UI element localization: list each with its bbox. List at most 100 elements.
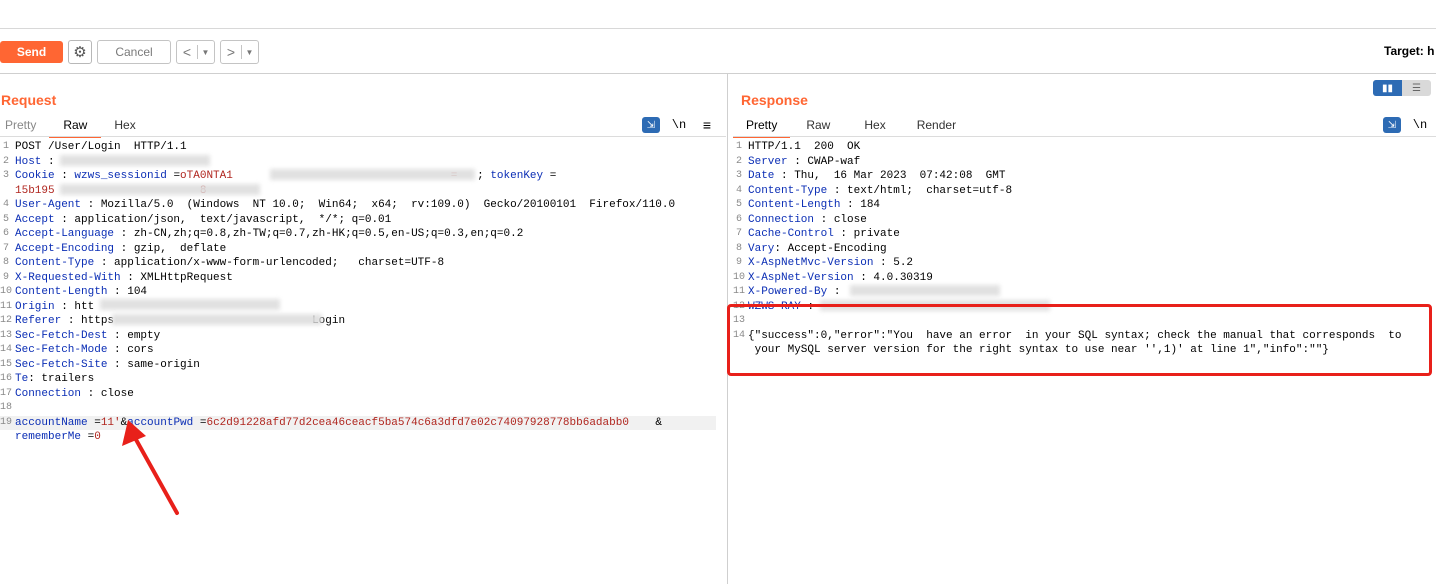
code-token: : https (61, 315, 115, 327)
code-token: = (81, 431, 95, 443)
code-token: accountName (15, 416, 88, 429)
tab-render[interactable]: Render (904, 116, 969, 136)
line-number: 10 (733, 271, 746, 283)
line-text: POST /User/Login HTTP/1.1 (15, 140, 187, 155)
code-token: : gzip, deflate (114, 242, 227, 255)
line-number: 3 (735, 170, 742, 181)
send-button[interactable]: Send (0, 41, 63, 63)
redaction (100, 299, 280, 310)
code-line[interactable]: 11 X-Powered-By : (733, 285, 1436, 300)
line-text: Connection : close (748, 213, 867, 228)
code-line[interactable]: 8 Content-Type : application/x-www-form-u… (0, 256, 716, 271)
forward-button[interactable]: > ▼ (220, 40, 259, 64)
line-text: Content-Length : 184 (748, 198, 880, 213)
line-text: Connection : close (15, 387, 134, 402)
line-number: 2 (2, 155, 9, 167)
line-text: X-AspNet-Version : 4.0.30319 (748, 271, 933, 286)
code-line[interactable]: 14 Sec-Fetch-Mode : cors (0, 343, 716, 358)
line-text: X-Powered-By : (748, 285, 847, 300)
stacked-layout-icon[interactable]: ☰ (1402, 80, 1431, 96)
code-token: Content-Length (748, 199, 841, 211)
back-button[interactable]: < ▼ (176, 40, 215, 64)
cancel-button[interactable]: Cancel (97, 40, 171, 64)
tab-raw[interactable]: Raw (49, 116, 102, 138)
code-line[interactable]: 6 Accept-Language : zh-CN,zh;q=0.8,zh-TW;… (0, 227, 716, 242)
code-line[interactable]: 5 Content-Length : 184 (733, 198, 1436, 213)
line-number: 4 (2, 199, 9, 210)
settings-button[interactable]: ⚙ (68, 40, 92, 64)
code-line[interactable]: 15 Sec-Fetch-Site : same-origin (0, 358, 716, 373)
hamburger-menu-icon[interactable]: ≡ (698, 117, 716, 133)
request-toolbar: Send ⚙ Cancel < ▼ > ▼ Target: h (0, 29, 1436, 74)
code-line[interactable]: 7 Accept-Encoding : gzip, deflate (0, 242, 716, 257)
code-token: Date (748, 170, 775, 182)
newline-icon[interactable]: \n (1411, 117, 1429, 133)
dropdown-caret-icon[interactable]: ▼ (198, 48, 213, 57)
word-wrap-icon[interactable]: ⇲ (1383, 117, 1401, 133)
tab-pretty[interactable]: Pretty (733, 116, 791, 138)
tab-hex[interactable]: Hex (101, 116, 148, 136)
tab-pretty[interactable]: Pretty (0, 116, 49, 136)
code-line[interactable]: 6 Connection : close (733, 213, 1436, 228)
code-line[interactable]: 17 Connection : close (0, 387, 716, 402)
line-number: 11 (733, 286, 746, 297)
code-token: : same-origin (107, 358, 200, 371)
line-number: 6 (2, 228, 9, 239)
line-text: X-Requested-With : XMLHttpRequest (15, 271, 233, 286)
target-label[interactable]: Target: h (1384, 44, 1434, 58)
response-tabs: Pretty Raw Hex Render (733, 116, 969, 138)
code-line[interactable]: 2 Server : CWAP-waf (733, 155, 1436, 170)
line-text: X-AspNetMvc-Version : 5.2 (748, 256, 913, 271)
line-number: 3 (2, 170, 9, 181)
code-line[interactable]: 12 Referer : https Login (0, 314, 716, 329)
code-line[interactable]: 9 X-AspNetMvc-Version : 5.2 (733, 256, 1436, 271)
code-line[interactable]: rememberMe =0 (0, 430, 716, 445)
code-line[interactable]: 9 X-Requested-With : XMLHttpRequest (0, 271, 716, 286)
line-number: 5 (2, 213, 9, 225)
line-number: 2 (735, 155, 742, 167)
line-text: Accept-Encoding : gzip, deflate (15, 242, 226, 257)
code-line[interactable]: 1 POST /User/Login HTTP/1.1 (0, 140, 716, 155)
code-line[interactable]: 3 Date : Thu, 16 Mar 2023 07:42:08 GMT (733, 169, 1436, 184)
line-text: Sec-Fetch-Dest : empty (15, 329, 160, 344)
code-line[interactable]: 19 accountName =11'&accountPwd =6c2d91228… (0, 415, 716, 430)
line-number: 1 (735, 141, 742, 152)
redaction (270, 169, 475, 180)
code-line[interactable]: 8 Vary: Accept-Encoding (733, 242, 1436, 257)
code-token: User-Agent (15, 199, 82, 211)
code-token: Server (748, 155, 788, 168)
chevron-left-icon: < (182, 44, 192, 60)
code-line[interactable]: 4 Content-Type : text/html; charset=utf-8 (733, 184, 1436, 199)
code-token: : 104 (107, 286, 148, 298)
redaction (60, 155, 210, 166)
side-by-side-layout-icon[interactable]: ▮▮ (1373, 80, 1402, 96)
word-wrap-icon[interactable]: ⇲ (642, 117, 660, 133)
line-text: Te: trailers (15, 372, 94, 387)
code-token: Vary (748, 242, 775, 255)
code-token: Connection (15, 387, 82, 400)
code-token: 11' (100, 416, 121, 429)
code-line[interactable]: 16 Te: trailers (0, 372, 716, 387)
line-text: Content-Type : application/x-www-form-ur… (15, 256, 444, 271)
code-line[interactable]: 13 Sec-Fetch-Dest : empty (0, 329, 716, 344)
code-token: : 4.0.30319 (853, 271, 933, 284)
dropdown-caret-icon[interactable]: ▼ (242, 48, 257, 57)
code-line[interactable]: 4 User-Agent : Mozilla/5.0 (Windows NT 10… (0, 198, 716, 213)
code-line[interactable]: 7 Cache-Control : private (733, 227, 1436, 242)
line-number: 8 (735, 242, 742, 254)
code-token: = (166, 170, 181, 182)
code-line[interactable]: 1 HTTP/1.1 200 OK (733, 140, 1436, 155)
layout-toggle[interactable]: ▮▮ ☰ (1373, 80, 1431, 96)
newline-icon[interactable]: \n (670, 117, 688, 133)
tab-hex[interactable]: Hex (846, 116, 903, 136)
code-line[interactable]: 10 Content-Length : 104 (0, 285, 716, 300)
code-token: : XMLHttpRequest (120, 271, 233, 284)
code-token: Cache-Control (748, 228, 834, 240)
code-line[interactable]: 18 (0, 401, 716, 416)
line-number: 7 (2, 242, 9, 254)
redaction (850, 285, 1000, 296)
code-line[interactable]: 5 Accept : application/json, text/javascr… (0, 213, 716, 228)
code-line[interactable]: 10 X-AspNet-Version : 4.0.30319 (733, 271, 1436, 286)
error-highlight-box (727, 304, 1432, 376)
tab-raw[interactable]: Raw (790, 116, 846, 136)
